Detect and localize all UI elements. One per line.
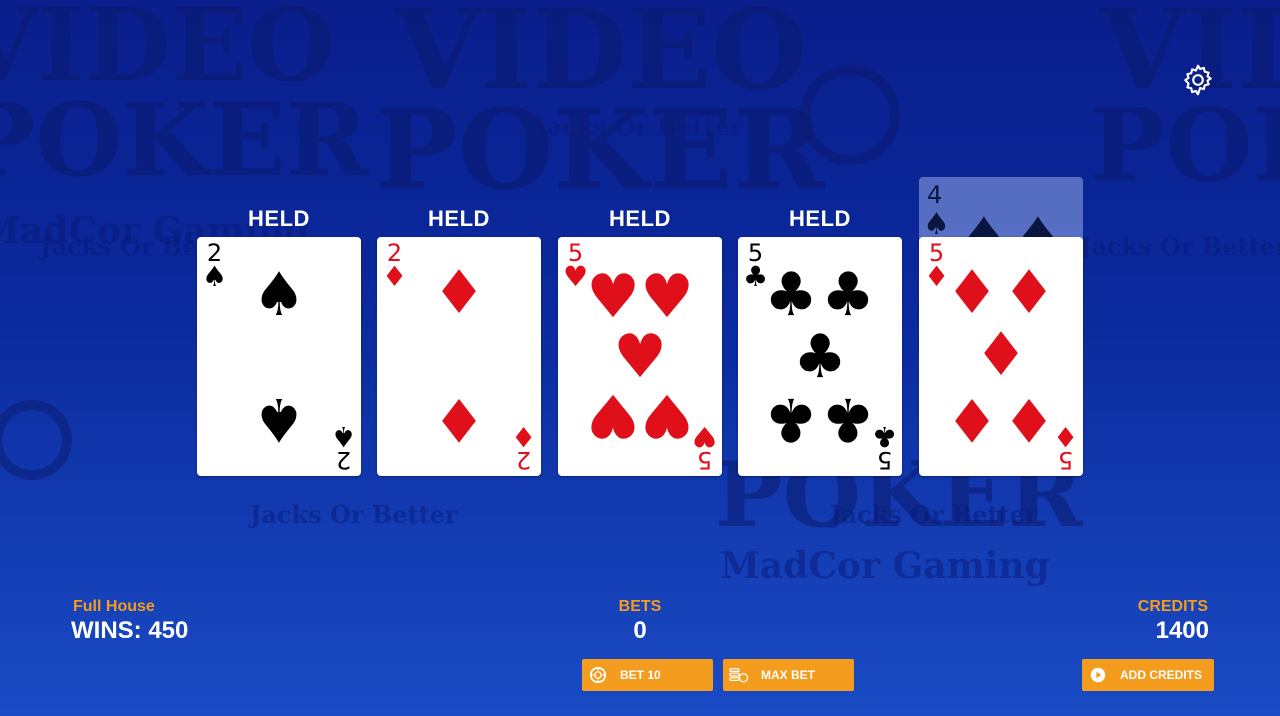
card-corner: 5 ♥ <box>563 239 589 293</box>
club-pip-icon: ♣ <box>821 260 875 330</box>
bg-logo-video-center: VIDEO <box>395 0 807 114</box>
bg-subtitle-1: Jacks Or Better <box>535 112 743 141</box>
club-pip-icon: ♣ <box>793 322 847 392</box>
card-2[interactable]: 2 ♦ ♦ ♦ 2 ♦ <box>377 237 541 476</box>
add-credits-button[interactable]: ADD CREDITS <box>1082 659 1214 691</box>
diamond-pip-icon: ♦ <box>432 384 486 454</box>
bg-subtitle-5: Jacks Or Better <box>830 500 1038 529</box>
card-corner: 5 ♥ <box>691 420 717 474</box>
credits-value: 1400 <box>1155 617 1209 644</box>
club-pip-icon: ♣ <box>764 260 818 330</box>
coins-icon <box>729 665 749 685</box>
card-3[interactable]: 5 ♥ ♥ ♥ ♥ ♥ ♥ 5 ♥ <box>558 237 722 476</box>
spade-pip-icon: ♠ <box>252 384 306 454</box>
club-pip-icon: ♣ <box>764 384 818 454</box>
spade-pip-icon: ♠ <box>252 260 306 330</box>
diamond-pip-icon: ♦ <box>432 258 486 328</box>
card-corner: 5 ♦ <box>1052 420 1078 474</box>
discarded-card-rank: 4 <box>927 181 943 209</box>
chip-icon <box>588 665 608 685</box>
play-circle-icon <box>1088 665 1108 685</box>
club-pip-icon: ♣ <box>821 384 875 454</box>
heart-pip-icon: ♥ <box>586 380 640 450</box>
heart-pip-icon: ♥ <box>640 262 694 332</box>
bet-10-button[interactable]: BET 10 <box>582 659 713 691</box>
heart-pip-icon: ♥ <box>613 322 667 392</box>
diamond-pip-icon: ♦ <box>1002 384 1056 454</box>
card-5[interactable]: 5 ♦ ♦ ♦ ♦ ♦ ♦ 5 ♦ <box>919 237 1083 476</box>
diamond-pip-icon: ♦ <box>974 320 1028 390</box>
winning-hand-name: Full House <box>73 598 155 615</box>
bg-brand-1: MadCor Gaming <box>720 545 1050 587</box>
heart-pip-icon: ♥ <box>586 262 640 332</box>
heart-pip-icon: ♥ <box>640 380 694 450</box>
bg-logo-poker-left: POKER <box>0 81 369 199</box>
card-1[interactable]: 2 ♠ ♠ ♠ 2 ♠ <box>197 237 361 476</box>
card-corner: 2 ♦ <box>510 420 536 474</box>
bets-value: 0 <box>633 617 647 644</box>
add-credits-label: ADD CREDITS <box>1120 668 1203 682</box>
bg-chip-left <box>0 400 72 480</box>
bg-subtitle-3: Jacks Or Better <box>1080 232 1280 261</box>
diamond-pip-icon: ♦ <box>1002 258 1056 328</box>
card-corner: 2 ♠ <box>330 420 356 474</box>
held-label-4: HELD <box>789 206 851 231</box>
diamond-pip-icon: ♦ <box>945 384 999 454</box>
bg-logo-poker-right: POKER <box>1090 86 1280 204</box>
held-label-2: HELD <box>428 206 490 231</box>
card-corner: 2 ♠ <box>202 239 228 293</box>
max-bet-button[interactable]: MAX BET <box>723 659 854 691</box>
bets-label: BETS <box>618 598 662 615</box>
bg-logo-video-left: VIDEO <box>0 0 335 104</box>
bg-chip-top <box>800 65 900 165</box>
credits-label: CREDITS <box>1137 598 1208 615</box>
card-corner: 5 ♣ <box>871 420 897 474</box>
card-4[interactable]: 5 ♣ ♣ ♣ ♣ ♣ ♣ 5 ♣ <box>738 237 902 476</box>
diamond-pip-icon: ♦ <box>945 258 999 328</box>
max-bet-label: MAX BET <box>761 668 815 682</box>
bet-10-label: BET 10 <box>620 668 661 682</box>
gear-icon[interactable] <box>1180 62 1216 98</box>
held-label-3: HELD <box>609 206 671 231</box>
held-label-1: HELD <box>248 206 310 231</box>
card-corner: 2 ♦ <box>382 239 408 293</box>
wins-value: WINS: 450 <box>71 617 189 644</box>
bg-subtitle-4: Jacks Or Better <box>250 500 458 529</box>
